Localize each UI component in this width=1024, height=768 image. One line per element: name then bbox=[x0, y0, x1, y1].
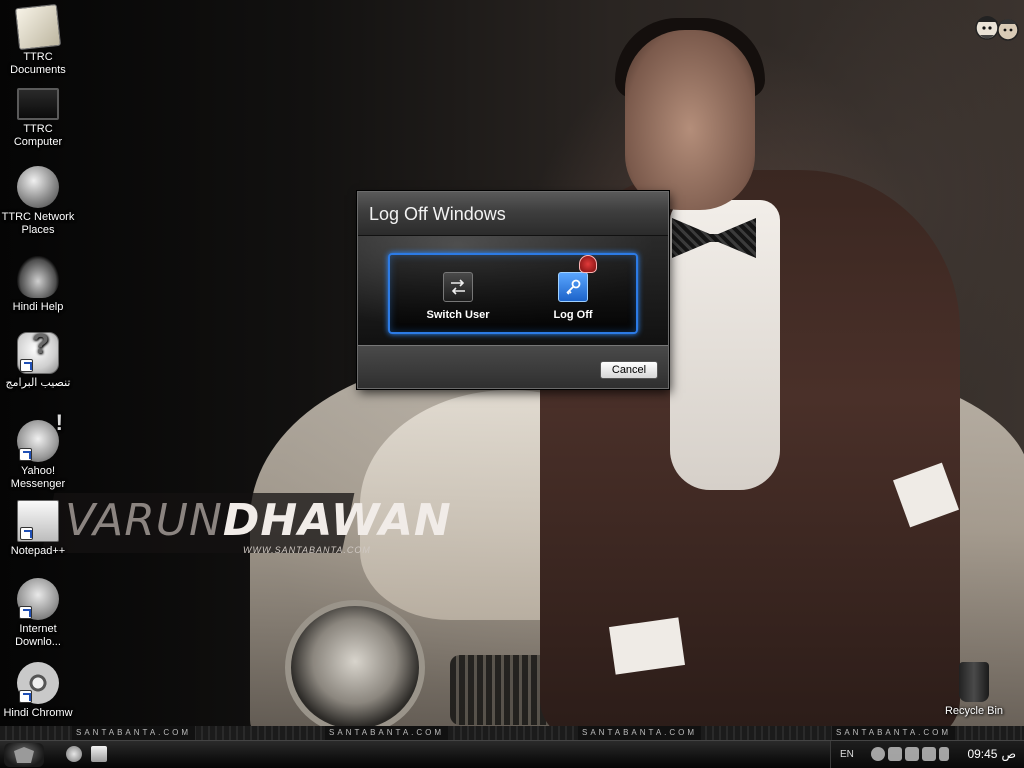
quick-launch-notepad-icon[interactable] bbox=[91, 746, 107, 762]
wallpaper-brand-url: WWW.SANTABANTA.COM bbox=[243, 545, 371, 555]
cartoon-faces-icon bbox=[975, 16, 1019, 41]
shortcut-arrow-icon bbox=[19, 606, 32, 619]
taskbar-clock[interactable]: 09:45 ص bbox=[967, 747, 1016, 761]
documents-icon bbox=[14, 3, 62, 51]
desktop-icon-internet-download-manager[interactable]: Internet Downlo... bbox=[0, 578, 76, 649]
log-off-options-panel: Switch User Log Off bbox=[388, 253, 638, 334]
desktop-icon-label: TTRC Documents bbox=[10, 51, 66, 76]
switch-user-button[interactable]: Switch User bbox=[413, 272, 503, 321]
desktop-icon-hindi-help[interactable]: Hindi Help bbox=[0, 256, 76, 314]
desktop-icon-program-setup[interactable]: تنصيب البرامج bbox=[0, 332, 76, 390]
desktop-icon-ttrc-documents[interactable]: TTRC Documents bbox=[0, 3, 76, 77]
download-manager-icon bbox=[17, 578, 59, 620]
clock-time: 09:45 bbox=[967, 747, 998, 761]
desktop-icon-label: Hindi Help bbox=[12, 301, 64, 313]
cancel-button[interactable]: Cancel bbox=[600, 361, 658, 379]
quick-launch-messenger-icon[interactable] bbox=[66, 746, 82, 762]
desktop-icon-label: Recycle Bin bbox=[944, 705, 1004, 717]
tray-messenger-icon[interactable] bbox=[871, 747, 885, 761]
dialog-body: Switch User Log Off bbox=[358, 236, 668, 345]
wallpaper-man-head bbox=[625, 30, 755, 210]
log-off-dialog: Log Off Windows Switch User Log Off Canc… bbox=[357, 191, 669, 389]
system-tray: EN 09:45 ص bbox=[830, 741, 1024, 768]
tray-safely-remove-icon[interactable] bbox=[905, 747, 919, 761]
desktop-icon-label: تنصيب البرامج bbox=[5, 377, 71, 389]
language-indicator[interactable]: EN bbox=[840, 749, 854, 760]
shortcut-arrow-icon bbox=[19, 448, 32, 461]
desktop-icon-label: Notepad++ bbox=[10, 545, 66, 557]
network-globe-icon bbox=[17, 166, 59, 208]
setup-help-icon bbox=[17, 332, 59, 374]
desktop-icon-label: TTRC Network Places bbox=[1, 211, 75, 236]
wallpaper-brand-name: VARUNDHAWAN bbox=[65, 495, 451, 551]
chrome-icon bbox=[17, 662, 59, 704]
desktop-icon-notepad-plus-plus[interactable]: Notepad++ bbox=[0, 500, 76, 558]
taskbar: EN 09:45 ص bbox=[0, 740, 1024, 768]
tray-network-icon[interactable] bbox=[888, 747, 902, 761]
wallpaper-car-headlight bbox=[285, 600, 425, 735]
dialog-title: Log Off Windows bbox=[358, 192, 668, 236]
desktop-icon-hindi-chromw[interactable]: Hindi Chromw bbox=[0, 662, 76, 720]
strip-brand-text: SANTABANTA.COM bbox=[578, 726, 702, 740]
desktop-icon-recycle-bin[interactable]: Recycle Bin bbox=[936, 662, 1012, 718]
desktop-icon-label: Hindi Chromw bbox=[3, 707, 73, 719]
brand-first-name: VARUN bbox=[65, 495, 223, 546]
switch-user-label: Switch User bbox=[426, 309, 490, 321]
log-off-badge-icon bbox=[579, 255, 597, 273]
desktop-icon-ttrc-computer[interactable]: TTRC Computer bbox=[0, 84, 76, 149]
brand-last-name: DHAWAN bbox=[222, 495, 452, 546]
log-off-label: Log Off bbox=[553, 309, 593, 321]
desktop-icon-yahoo-messenger[interactable]: Yahoo! Messenger bbox=[0, 416, 76, 491]
wallpaper-bottom-strip: SANTABANTA.COM SANTABANTA.COM SANTABANTA… bbox=[0, 726, 1024, 740]
key-icon bbox=[558, 255, 597, 302]
wallpaper-shirt-cuff bbox=[609, 617, 685, 675]
strip-brand-text: SANTABANTA.COM bbox=[72, 726, 196, 740]
clock-ampm: ص bbox=[1001, 747, 1016, 761]
desktop-icon-label: TTRC Computer bbox=[13, 123, 63, 148]
tray-wand-icon[interactable] bbox=[939, 747, 949, 761]
dialog-footer: Cancel bbox=[358, 345, 668, 388]
computer-icon bbox=[17, 88, 59, 120]
notepad-icon bbox=[17, 500, 59, 542]
shortcut-arrow-icon bbox=[19, 690, 32, 703]
tray-download-icon[interactable] bbox=[922, 747, 936, 761]
desktop-icon-label: Internet Downlo... bbox=[15, 623, 61, 648]
log-off-button[interactable]: Log Off bbox=[528, 255, 618, 321]
start-button[interactable] bbox=[4, 743, 44, 767]
shortcut-arrow-icon bbox=[20, 527, 33, 540]
shortcut-arrow-icon bbox=[20, 359, 33, 372]
yahoo-messenger-icon bbox=[17, 416, 63, 462]
desktop-icon-ttrc-network-places[interactable]: TTRC Network Places bbox=[0, 166, 76, 237]
strip-brand-text: SANTABANTA.COM bbox=[325, 726, 449, 740]
switch-user-icon bbox=[443, 272, 473, 302]
horse-logo-icon bbox=[17, 256, 59, 298]
recycle-bin-icon bbox=[959, 662, 989, 702]
desktop-icon-label: Yahoo! Messenger bbox=[10, 465, 66, 490]
strip-brand-text: SANTABANTA.COM bbox=[832, 726, 956, 740]
